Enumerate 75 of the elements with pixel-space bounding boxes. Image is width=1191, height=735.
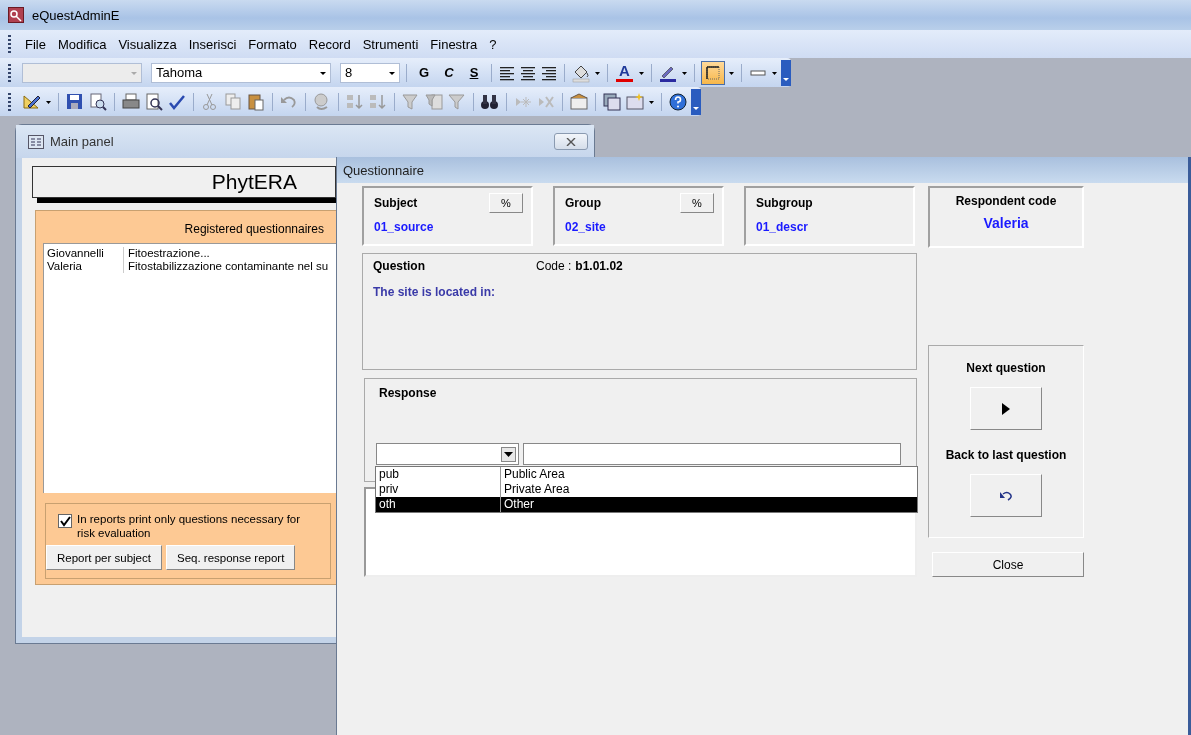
font-combo[interactable]: Tahoma xyxy=(151,62,331,83)
close-icon xyxy=(566,137,576,146)
list-title: Registered questionnaires xyxy=(183,221,325,238)
question-code: b1.01.02 xyxy=(575,259,623,273)
list-cell[interactable]: Valeria xyxy=(44,260,124,273)
check-icon xyxy=(59,515,71,527)
print-icon[interactable] xyxy=(121,91,141,112)
print-preview-icon[interactable] xyxy=(144,91,164,112)
field-label: Group xyxy=(565,196,601,210)
field-value: 01_source xyxy=(374,220,435,234)
font-name: Tahoma xyxy=(155,65,204,80)
list-cell[interactable]: Giovannelli xyxy=(44,247,124,260)
question-text: The site is located in: xyxy=(373,285,497,299)
field-label: Subject xyxy=(374,196,418,210)
menu-item[interactable]: ? xyxy=(483,34,503,54)
play-icon xyxy=(1002,402,1010,415)
questionnaire-list[interactable]: Giovannelli Fitoestrazione... Valeria Fitostabilizzazione contaminante nel su xyxy=(43,243,336,493)
italic-button[interactable]: C xyxy=(438,61,460,84)
dropdown-option[interactable]: pub Public Area xyxy=(376,467,917,482)
underline-button[interactable]: S xyxy=(463,61,485,84)
dropdown-option[interactable]: oth Other xyxy=(376,497,917,512)
app-icon xyxy=(8,7,24,23)
bold-button[interactable]: G xyxy=(413,61,435,84)
dropdown-button[interactable] xyxy=(501,446,516,462)
wildcard-button[interactable]: % xyxy=(489,193,523,213)
field-value: 01_descr xyxy=(756,220,810,234)
report-button[interactable]: Report per subject xyxy=(46,545,162,570)
field-value: 02_site xyxy=(565,220,607,234)
size-combo[interactable]: 8 xyxy=(340,62,400,83)
respondent-label: Respondent code xyxy=(954,194,1058,208)
wildcard-button[interactable]: % xyxy=(680,193,714,213)
code-label: Code : xyxy=(536,259,572,273)
paste-icon[interactable] xyxy=(246,91,266,112)
menu-item[interactable]: Formato xyxy=(242,34,303,54)
list-cell[interactable]: Fitostabilizzazione contaminante nel su xyxy=(124,260,329,273)
properties-icon[interactable] xyxy=(569,91,589,112)
toolbar-options-icon[interactable] xyxy=(691,88,701,115)
toolbar-options-icon[interactable] xyxy=(780,59,791,86)
response-label: Response xyxy=(379,386,438,400)
menu-item[interactable]: Finestra xyxy=(424,34,484,54)
next-label: Next question xyxy=(966,361,1046,375)
checkbox[interactable] xyxy=(58,514,72,528)
close-button[interactable] xyxy=(554,133,588,150)
back-label: Back to last question xyxy=(945,448,1067,462)
back-button[interactable] xyxy=(970,474,1042,517)
undo-icon xyxy=(999,490,1013,501)
font-color-button[interactable]: A xyxy=(614,61,635,84)
menu-item[interactable]: File xyxy=(19,34,52,54)
app-heading: PhytERA xyxy=(211,170,297,194)
menu-item[interactable]: Modifica xyxy=(51,34,113,54)
help-icon[interactable] xyxy=(668,91,688,112)
search-file-icon[interactable] xyxy=(88,91,108,112)
border-icon xyxy=(704,64,721,81)
window-title: eQuestAdminE xyxy=(32,7,120,23)
dropdown-arrow-icon xyxy=(504,451,513,457)
question-label: Question xyxy=(373,259,426,273)
menu-item[interactable]: Record xyxy=(302,34,357,54)
report-button[interactable]: Seq. response report xyxy=(165,545,296,570)
form-icon xyxy=(28,134,44,149)
respondent-value: Valeria xyxy=(982,215,1030,231)
next-button[interactable] xyxy=(970,387,1042,430)
window-title: Main panel xyxy=(50,134,115,149)
menu-item[interactable]: Inserisci xyxy=(182,34,243,54)
menu-item[interactable]: Strumenti xyxy=(356,34,425,54)
menu-item[interactable]: Visualizza xyxy=(112,34,183,54)
border-button[interactable] xyxy=(700,60,725,85)
font-size: 8 xyxy=(344,65,354,80)
database-window-icon[interactable] xyxy=(602,91,622,112)
response-text-field[interactable] xyxy=(523,443,901,465)
checkbox-label: In reports print only questions necessary for risk evaluation xyxy=(77,512,302,540)
field-label: Subgroup xyxy=(756,196,813,210)
window-title: Questionnaire xyxy=(337,157,1188,183)
save-icon[interactable] xyxy=(65,91,85,112)
close-button[interactable]: Close xyxy=(932,552,1084,577)
list-cell[interactable]: Fitoestrazione... xyxy=(124,247,210,260)
